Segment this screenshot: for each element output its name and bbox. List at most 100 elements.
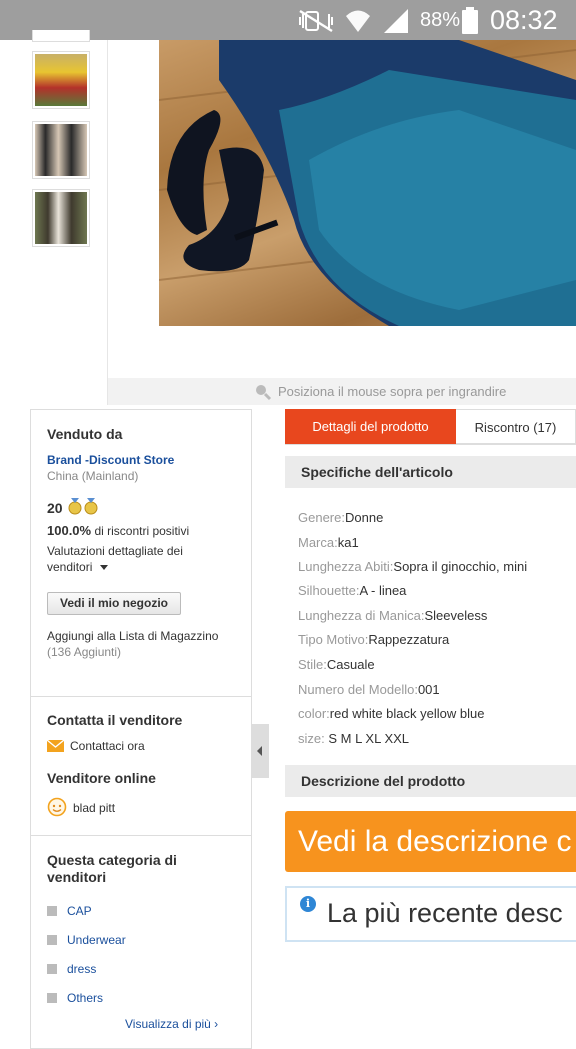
- battery-percent: 88%: [420, 9, 461, 31]
- spec-value: Donne: [344, 510, 384, 525]
- spec-key: Lunghezza Abiti:: [298, 559, 394, 574]
- spec-row-dress-length: Lunghezza Abiti:Sopra il ginocchio, mini: [298, 559, 527, 574]
- spec-value: A - linea: [359, 583, 407, 598]
- store-name-link[interactable]: Brand -Discount Store: [47, 453, 174, 467]
- specs-heading: Specifiche dell'articolo: [285, 456, 576, 488]
- spec-row-brand: Marca:ka1: [298, 535, 359, 550]
- battery-icon: [461, 7, 479, 40]
- spec-value: Sopra il ginocchio, mini: [393, 559, 528, 574]
- latest-description-notice: i La più recente desc: [285, 886, 576, 942]
- tab-product-details[interactable]: Dettagli del prodotto: [285, 409, 456, 445]
- wifi-icon: [343, 5, 373, 40]
- category-item-cap[interactable]: CAP: [47, 904, 92, 918]
- positive-percent: 100.0%: [47, 523, 92, 538]
- medal-icon: [68, 498, 100, 519]
- magnifier-icon: [254, 383, 272, 406]
- info-icon: i: [300, 896, 316, 912]
- latest-description-text: La più recente desc: [327, 898, 563, 928]
- bullet-icon: [47, 993, 57, 1003]
- spec-row-silhouette: Silhouette:A - linea: [298, 583, 406, 598]
- thumbnail-2[interactable]: [32, 121, 90, 179]
- positive-label: di riscontri positivi: [94, 524, 190, 538]
- thumbnail-1[interactable]: [32, 51, 90, 109]
- category-item-others[interactable]: Others: [47, 991, 103, 1005]
- sold-by-label: Venduto da: [47, 426, 123, 442]
- positive-feedback: 100.0% di riscontri positivi: [47, 523, 189, 538]
- spec-value: S M L XL XXL: [324, 731, 410, 746]
- envelope-icon: [46, 739, 65, 755]
- spec-key: Stile:: [298, 657, 327, 672]
- contact-now-label: Contattaci ora: [70, 739, 145, 753]
- zoom-hint-text: Posiziona il mouse sopra per ingrandire: [278, 384, 507, 399]
- added-count: (136 Aggiunti): [47, 645, 122, 659]
- spec-key: color:: [298, 706, 330, 721]
- divider: [285, 444, 576, 445]
- spec-value: ka1: [337, 535, 359, 550]
- seller-panel: Venduto da Brand -Discount Store China (…: [30, 409, 252, 1049]
- detailed-ratings-toggle[interactable]: Valutazioni dettagliate dei venditori: [47, 543, 222, 575]
- view-more-label: Visualizza di più: [125, 1017, 211, 1031]
- product-tabs: Dettagli del prodotto Riscontro (17): [285, 409, 576, 445]
- spec-row-sleeve-length: Lunghezza di Manica:Sleeveless: [298, 608, 487, 623]
- spec-key: Silhouette:: [298, 583, 360, 598]
- spec-row-size: size: S M L XL XXL: [298, 731, 409, 746]
- divider: [31, 696, 251, 697]
- seller-score: 20: [47, 498, 100, 519]
- description-heading: Descrizione del prodotto: [285, 765, 576, 797]
- bullet-icon: [47, 935, 57, 945]
- category-heading: Questa categoria di venditori: [47, 852, 177, 885]
- tab-feedback[interactable]: Riscontro (17): [456, 409, 576, 444]
- spec-key: Numero del Modello:: [298, 682, 418, 697]
- category-label: dress: [67, 962, 97, 976]
- online-seller-link[interactable]: blad pitt: [47, 797, 115, 820]
- view-description-button[interactable]: Vedi la descrizione c: [285, 811, 576, 872]
- collapse-sidebar-button[interactable]: [252, 724, 269, 778]
- detailed-ratings-label: Valutazioni dettagliate dei venditori: [47, 544, 183, 574]
- spec-key: Marca:: [298, 535, 338, 550]
- spec-value: Sleeveless: [424, 608, 488, 623]
- category-label: CAP: [67, 904, 92, 918]
- dress-photo: [159, 40, 576, 326]
- spec-row-model-number: Numero del Modello:001: [298, 682, 440, 697]
- spec-value: Rappezzatura: [368, 632, 450, 647]
- caret-down-icon: [99, 565, 108, 570]
- spec-value: red white black yellow blue: [329, 706, 485, 721]
- zoom-hint-bar: Posiziona il mouse sopra per ingrandire: [108, 378, 576, 405]
- main-product-image[interactable]: [159, 40, 576, 326]
- contact-now-link[interactable]: Contattaci ora: [46, 739, 145, 755]
- seller-score-value: 20: [47, 500, 63, 516]
- main-image-area: [108, 40, 576, 378]
- spec-key: Genere:: [298, 510, 345, 525]
- spec-key: Tipo Motivo:: [298, 632, 369, 647]
- spec-value: 001: [417, 682, 440, 697]
- smiley-icon: [47, 797, 67, 820]
- category-item-underwear[interactable]: Underwear: [47, 933, 126, 947]
- add-to-wishlist-link[interactable]: Aggiungi alla Lista di Magazzino: [47, 629, 218, 643]
- spec-row-style: Stile:Casuale: [298, 657, 375, 672]
- chevron-left-icon: [257, 746, 262, 756]
- spec-row-color: color:red white black yellow blue: [298, 706, 484, 721]
- category-label: Others: [67, 991, 104, 1005]
- spec-key: size:: [298, 731, 325, 746]
- bullet-icon: [47, 964, 57, 974]
- contact-seller-heading: Contatta il venditore: [47, 712, 183, 728]
- spec-row-pattern: Tipo Motivo:Rappezzatura: [298, 632, 449, 647]
- online-seller-name: blad pitt: [73, 801, 116, 815]
- visit-store-button[interactable]: Vedi il mio negozio: [47, 592, 181, 615]
- mute-vibrate-icon: [298, 9, 336, 38]
- spec-key: Lunghezza di Manica:: [298, 608, 425, 623]
- spec-value: Casuale: [326, 657, 375, 672]
- view-more-link[interactable]: Visualizza di più ›: [125, 1017, 218, 1031]
- signal-icon: [382, 7, 410, 40]
- bullet-icon: [47, 906, 57, 916]
- spec-row-gender: Genere:Donne: [298, 510, 383, 525]
- thumbnail-column: [0, 30, 108, 405]
- divider: [31, 835, 251, 836]
- thumbnail-0[interactable]: [32, 30, 90, 42]
- seller-online-heading: Venditore online: [47, 770, 156, 786]
- category-item-dress[interactable]: dress: [47, 962, 96, 976]
- category-label: Underwear: [67, 933, 126, 947]
- store-location: China (Mainland): [47, 469, 139, 483]
- clock: 08:32: [490, 5, 558, 35]
- thumbnail-3[interactable]: [32, 189, 90, 247]
